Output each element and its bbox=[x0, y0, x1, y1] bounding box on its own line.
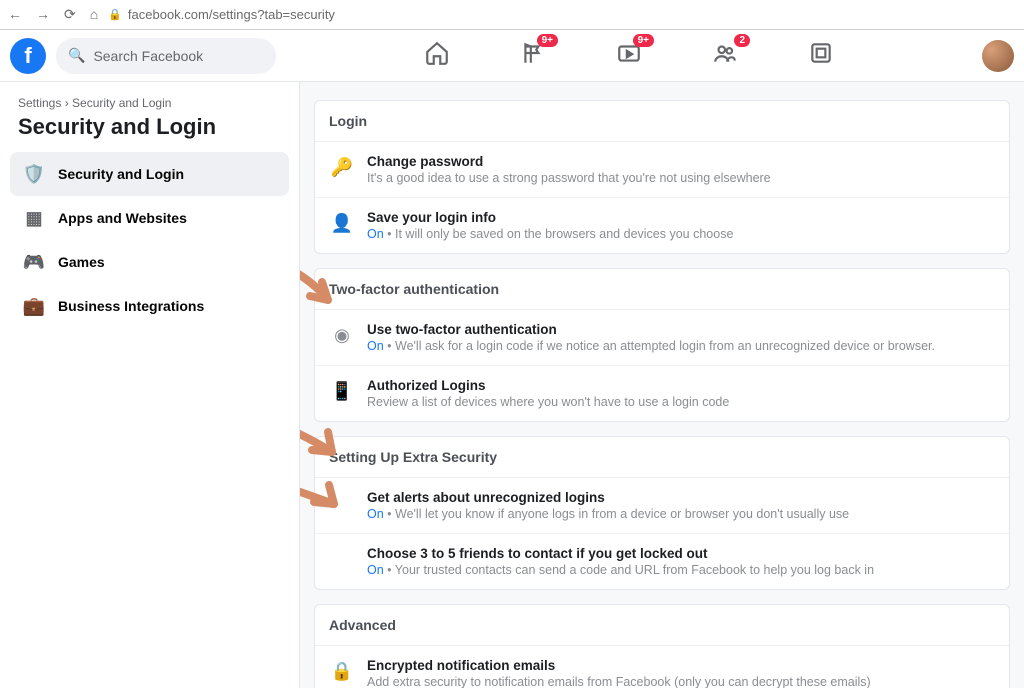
sidebar-item-games[interactable]: 🎮 Games bbox=[10, 240, 289, 284]
row-title: Encrypted notification emails bbox=[367, 658, 871, 673]
section-header: Setting Up Extra Security bbox=[315, 437, 1009, 478]
section-header: Two-factor authentication bbox=[315, 269, 1009, 310]
lock-icon: 🔒 bbox=[108, 8, 122, 21]
badge-pages: 9+ bbox=[537, 34, 558, 47]
row-trusted-contacts[interactable]: Choose 3 to 5 friends to contact if you … bbox=[315, 534, 1009, 589]
nav-home[interactable] bbox=[424, 40, 450, 72]
nav-pages[interactable]: 9+ bbox=[520, 40, 546, 72]
blank-icon bbox=[329, 546, 355, 572]
main-content: Login 🔑 Change password It's a good idea… bbox=[300, 82, 1024, 688]
row-sub: It's a good idea to use a strong passwor… bbox=[367, 171, 771, 185]
row-change-password[interactable]: 🔑 Change password It's a good idea to us… bbox=[315, 142, 1009, 198]
badge-watch: 9+ bbox=[633, 34, 654, 47]
row-save-login[interactable]: 👤 Save your login info On • It will only… bbox=[315, 198, 1009, 253]
row-sub: On • We'll ask for a login code if we no… bbox=[367, 339, 935, 353]
page-title: Security and Login bbox=[18, 114, 281, 140]
shield-icon: 🛡️ bbox=[22, 162, 46, 186]
section-extra-security: Setting Up Extra Security Get alerts abo… bbox=[314, 436, 1010, 590]
shield-check-icon: ◉ bbox=[329, 322, 355, 348]
row-sub: Review a list of devices where you won't… bbox=[367, 395, 729, 409]
sidebar-item-label: Apps and Websites bbox=[58, 210, 187, 226]
badge-groups: 2 bbox=[734, 34, 750, 47]
lock-outline-icon: 🔒 bbox=[329, 658, 355, 684]
home-icon[interactable]: ⌂ bbox=[90, 6, 98, 23]
section-login: Login 🔑 Change password It's a good idea… bbox=[314, 100, 1010, 254]
sidebar-item-apps[interactable]: ▦ Apps and Websites bbox=[10, 196, 289, 240]
blank-icon bbox=[329, 490, 355, 516]
nav-watch[interactable]: 9+ bbox=[616, 40, 642, 72]
sidebar-item-label: Security and Login bbox=[58, 166, 184, 182]
user-icon: 👤 bbox=[329, 210, 355, 236]
row-title: Use two-factor authentication bbox=[367, 322, 935, 337]
row-use-2fa[interactable]: ◉ Use two-factor authentication On • We'… bbox=[315, 310, 1009, 366]
address-url[interactable]: facebook.com/settings?tab=security bbox=[128, 7, 335, 22]
row-title: Authorized Logins bbox=[367, 378, 729, 393]
row-alerts[interactable]: Get alerts about unrecognized logins On … bbox=[315, 478, 1009, 534]
search-placeholder: Search Facebook bbox=[93, 48, 203, 64]
sidebar-item-label: Games bbox=[58, 254, 105, 270]
briefcase-icon: 💼 bbox=[22, 294, 46, 318]
search-icon: 🔍 bbox=[68, 47, 85, 64]
section-header: Login bbox=[315, 101, 1009, 142]
row-sub: On • Your trusted contacts can send a co… bbox=[367, 563, 874, 577]
section-twofa: Two-factor authentication ◉ Use two-fact… bbox=[314, 268, 1010, 422]
row-sub: On • We'll let you know if anyone logs i… bbox=[367, 507, 849, 521]
browser-chrome: ← → ⟳ ⌂ 🔒 facebook.com/settings?tab=secu… bbox=[0, 0, 1024, 30]
key-icon: 🔑 bbox=[329, 154, 355, 180]
back-icon[interactable]: ← bbox=[8, 6, 22, 23]
row-title: Change password bbox=[367, 154, 771, 169]
row-title: Get alerts about unrecognized logins bbox=[367, 490, 849, 505]
row-authorized-logins[interactable]: 📱 Authorized Logins Review a list of dev… bbox=[315, 366, 1009, 421]
sidebar-item-business[interactable]: 💼 Business Integrations bbox=[10, 284, 289, 328]
phone-icon: 📱 bbox=[329, 378, 355, 404]
row-encrypted-emails[interactable]: 🔒 Encrypted notification emails Add extr… bbox=[315, 646, 1009, 688]
section-header: Advanced bbox=[315, 605, 1009, 646]
row-sub: On • It will only be saved on the browse… bbox=[367, 227, 733, 241]
forward-icon[interactable]: → bbox=[36, 6, 50, 23]
sidebar-item-label: Business Integrations bbox=[58, 298, 204, 314]
nav-groups[interactable]: 2 bbox=[712, 40, 738, 72]
nav-gaming[interactable] bbox=[808, 40, 834, 72]
reload-icon[interactable]: ⟳ bbox=[64, 6, 76, 23]
row-sub: Add extra security to notification email… bbox=[367, 675, 871, 688]
search-input[interactable]: 🔍 Search Facebook bbox=[56, 38, 276, 74]
settings-sidebar: Settings › Security and Login Security a… bbox=[0, 82, 300, 688]
facebook-logo[interactable]: f bbox=[10, 38, 46, 74]
grid-icon: ▦ bbox=[22, 206, 46, 230]
gamepad-icon: 🎮 bbox=[22, 250, 46, 274]
section-advanced: Advanced 🔒 Encrypted notification emails… bbox=[314, 604, 1010, 688]
row-title: Save your login info bbox=[367, 210, 733, 225]
avatar[interactable] bbox=[982, 40, 1014, 72]
app-topbar: f 🔍 Search Facebook 9+ 9+ 2 bbox=[0, 30, 1024, 82]
sidebar-item-security[interactable]: 🛡️ Security and Login bbox=[10, 152, 289, 196]
row-title: Choose 3 to 5 friends to contact if you … bbox=[367, 546, 874, 561]
breadcrumb[interactable]: Settings › Security and Login bbox=[18, 96, 281, 110]
